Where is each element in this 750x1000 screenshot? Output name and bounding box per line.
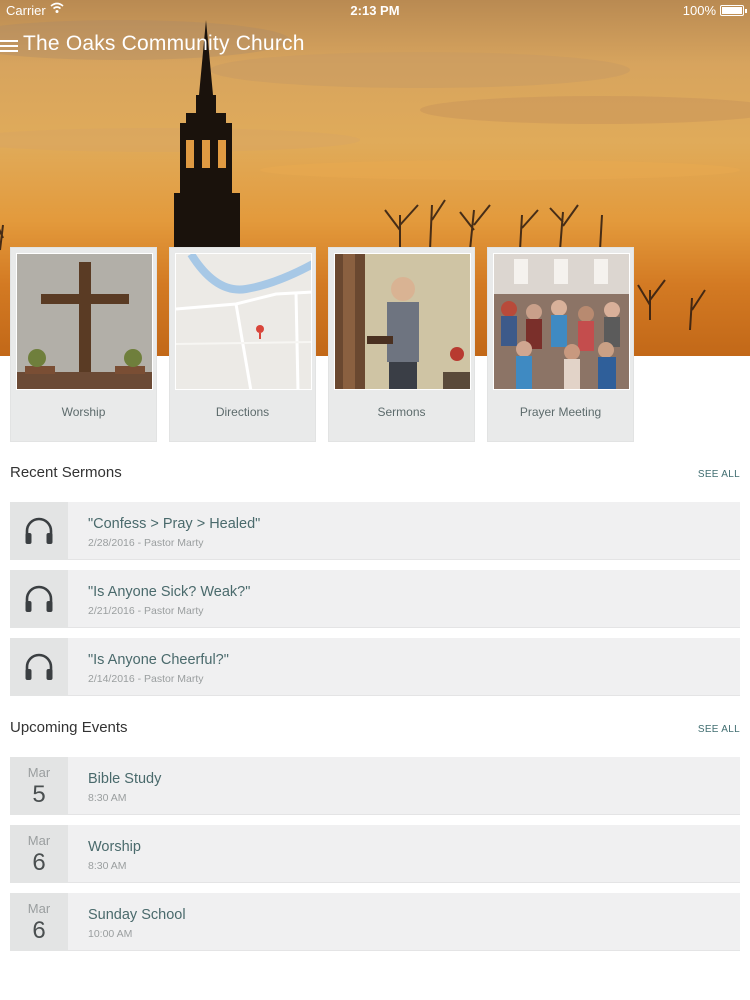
status-bar: Carrier 2:13 PM 100% (0, 0, 750, 20)
tile-label: Prayer Meeting (519, 405, 602, 419)
map-image (175, 253, 312, 390)
event-time: 8:30 AM (88, 860, 127, 872)
event-title: Sunday School (88, 907, 186, 923)
event-title: Worship (88, 839, 141, 855)
tile-label: Directions (215, 405, 270, 419)
sermon-row[interactable]: "Is Anyone Cheerful?" 2/14/2016 - Pastor… (10, 638, 740, 696)
preacher-image (334, 253, 471, 390)
sermon-title: "Is Anyone Cheerful?" (88, 652, 229, 668)
battery-percent: 100% (682, 3, 716, 18)
event-date-box: Mar 6 (10, 893, 68, 951)
hamburger-menu-icon[interactable] (0, 40, 18, 54)
event-title: Bible Study (88, 771, 162, 787)
tile-worship[interactable]: Worship (10, 247, 157, 442)
event-time: 8:30 AM (88, 792, 127, 804)
headphones-icon (25, 653, 53, 680)
section-title: Upcoming Events (10, 719, 128, 736)
event-row[interactable]: Mar 6 Worship 8:30 AM (10, 825, 740, 883)
event-time: 10:00 AM (88, 928, 133, 940)
congregation-image (493, 253, 630, 390)
headphones-icon (25, 517, 53, 544)
sermon-title: "Is Anyone Sick? Weak?" (88, 584, 251, 600)
page-title: The Oaks Community Church (23, 32, 305, 55)
tile-prayer-meeting[interactable]: Prayer Meeting (487, 247, 634, 442)
clock: 2:13 PM (350, 3, 400, 18)
event-day: 5 (32, 781, 46, 808)
see-all-sermons-link[interactable]: SEE ALL (698, 469, 740, 480)
tile-sermons[interactable]: Sermons (328, 247, 475, 442)
headphones-icon (25, 585, 53, 612)
cross-image (16, 253, 153, 390)
event-row[interactable]: Mar 6 Sunday School 10:00 AM (10, 893, 740, 951)
event-date-box: Mar 5 (10, 757, 68, 815)
tile-label: Worship (61, 405, 106, 419)
tile-label: Sermons (377, 405, 426, 419)
event-month: Mar (27, 901, 51, 916)
sermon-meta: 2/28/2016 - Pastor Marty (88, 537, 204, 549)
see-all-events-link[interactable]: SEE ALL (698, 724, 740, 735)
sermon-title: "Confess > Pray > Healed" (88, 516, 261, 532)
event-day: 6 (32, 849, 46, 876)
section-title: Recent Sermons (10, 464, 122, 481)
event-day: 6 (32, 917, 46, 944)
event-date-box: Mar 6 (10, 825, 68, 883)
event-month: Mar (27, 833, 51, 848)
battery-icon (720, 5, 747, 16)
sermon-row[interactable]: "Confess > Pray > Healed" 2/28/2016 - Pa… (10, 502, 740, 560)
sermon-meta: 2/21/2016 - Pastor Marty (88, 605, 204, 617)
recent-sermons-header: Recent Sermons SEE ALL (10, 464, 740, 486)
event-row[interactable]: Mar 5 Bible Study 8:30 AM (10, 757, 740, 815)
sermon-icon-box (10, 502, 68, 560)
tile-directions[interactable]: Directions (169, 247, 316, 442)
sermon-row[interactable]: "Is Anyone Sick? Weak?" 2/21/2016 - Past… (10, 570, 740, 628)
sermon-icon-box (10, 638, 68, 696)
sermon-meta: 2/14/2016 - Pastor Marty (88, 673, 204, 685)
sermon-icon-box (10, 570, 68, 628)
event-month: Mar (27, 765, 51, 780)
quick-links: Worship Directions Sermons Prayer Meetin… (10, 247, 740, 442)
upcoming-events-header: Upcoming Events SEE ALL (10, 719, 740, 741)
